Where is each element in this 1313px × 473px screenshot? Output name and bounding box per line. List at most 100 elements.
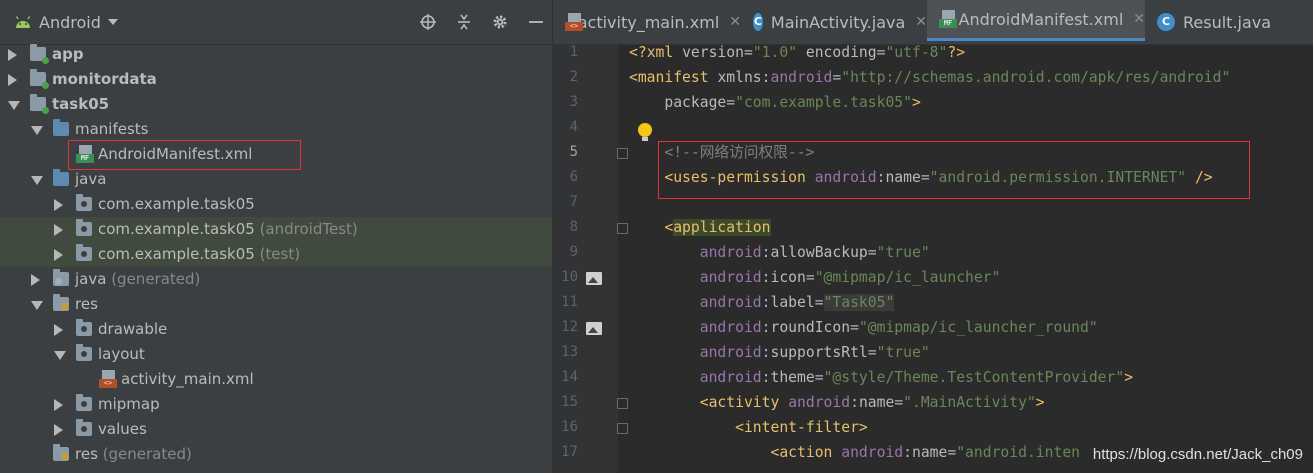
tree-item[interactable]: java (generated) xyxy=(0,267,552,292)
fold-marker-icon[interactable] xyxy=(617,148,628,159)
close-tab-icon[interactable]: ✕ xyxy=(1133,11,1145,27)
code-token: xmlns: xyxy=(717,69,771,86)
tree-item[interactable]: res (generated) xyxy=(0,442,552,467)
code-token: <action xyxy=(770,444,842,461)
tree-item[interactable]: com.example.task05 (androidTest) xyxy=(0,217,552,242)
tree-item[interactable]: res xyxy=(0,292,552,317)
expand-arrow-right-icon[interactable] xyxy=(8,74,17,86)
line-number: 11 xyxy=(561,294,578,310)
tree-item-name: app xyxy=(52,45,84,63)
expand-arrow-right-icon[interactable] xyxy=(54,324,63,336)
tree-item[interactable]: com.example.task05 (test) xyxy=(0,242,552,267)
editor-tab[interactable]: <> activity_main.xml ✕ xyxy=(553,0,741,44)
tree-item[interactable]: app xyxy=(0,42,552,67)
code-token: <manifest xyxy=(629,69,718,86)
tree-item-label: monitordata xyxy=(52,70,157,88)
tree-item[interactable]: drawable xyxy=(0,317,552,342)
editor-tab[interactable]: MF AndroidManifest.xml ✕ xyxy=(927,0,1145,41)
class-icon: C xyxy=(753,13,763,31)
tree-item-label: drawable xyxy=(98,320,167,338)
editor-tab[interactable]: C MainActivity.java ✕ xyxy=(741,0,927,44)
tree-item-name: com.example.task05 xyxy=(98,220,255,238)
tree-item[interactable]: values xyxy=(0,417,552,442)
code-token: android xyxy=(699,319,762,336)
gear-icon[interactable] xyxy=(492,14,508,30)
code-token: version xyxy=(682,44,744,61)
tree-item[interactable]: monitordata xyxy=(0,67,552,92)
code-token: android xyxy=(699,244,762,261)
code-token: = xyxy=(947,444,957,461)
tree-item-name: task05 xyxy=(52,95,110,113)
tree-item[interactable]: layout xyxy=(0,342,552,367)
code-token: roundIcon xyxy=(770,319,851,336)
tree-item[interactable]: manifests xyxy=(0,117,552,142)
expand-arrow-right-icon[interactable] xyxy=(54,399,63,411)
tree-item[interactable]: task05 xyxy=(0,92,552,117)
code-token: ?> xyxy=(947,44,966,61)
expand-arrow-down-icon[interactable] xyxy=(54,351,66,360)
lightbulb-icon[interactable] xyxy=(638,123,652,141)
tree-item-name: values xyxy=(98,420,147,438)
tree-item-label: res (generated) xyxy=(75,445,192,463)
tree-item[interactable]: java xyxy=(0,167,552,192)
code-line: package="com.example.task05"> xyxy=(629,90,920,115)
expand-arrow-down-icon[interactable] xyxy=(31,301,43,310)
fold-marker-icon[interactable] xyxy=(617,398,628,409)
expand-arrow-right-icon[interactable] xyxy=(54,224,63,236)
locate-icon[interactable] xyxy=(420,14,436,30)
tree-item-name: com.example.task05 xyxy=(98,195,255,213)
tree-item-suffix: (generated) xyxy=(106,270,201,288)
module-folder-icon xyxy=(30,94,49,114)
tree-item-label: com.example.task05 (test) xyxy=(98,245,300,263)
image-preview-icon[interactable] xyxy=(586,272,602,285)
manifest-file-icon: MF xyxy=(939,10,957,28)
line-number: 6 xyxy=(569,169,578,185)
expand-arrow-down-icon[interactable] xyxy=(8,101,20,110)
collapse-all-icon[interactable] xyxy=(456,14,472,30)
tree-item-name: java xyxy=(75,270,107,288)
expand-arrow-right-icon[interactable] xyxy=(8,49,17,61)
image-preview-icon[interactable] xyxy=(586,322,602,335)
line-number: 10 xyxy=(561,269,578,285)
editor-tabs: <> activity_main.xml ✕ C MainActivity.java ✕ M… xyxy=(552,0,1313,45)
line-number: 15 xyxy=(561,394,578,410)
expand-arrow-right-icon[interactable] xyxy=(31,274,40,286)
expand-arrow-right-icon[interactable] xyxy=(54,249,63,261)
code-token: "@mipmap/ic_launcher_round" xyxy=(858,319,1098,336)
code-token: ".MainActivity" xyxy=(903,394,1036,411)
fold-marker-icon[interactable] xyxy=(617,423,628,434)
line-number: 8 xyxy=(569,219,578,235)
expand-arrow-right-icon[interactable] xyxy=(54,199,63,211)
editor-tab[interactable]: C Result.java xyxy=(1145,0,1313,44)
hide-panel-icon[interactable] xyxy=(528,14,544,30)
code-token: theme xyxy=(770,369,815,386)
expand-arrow-down-icon[interactable] xyxy=(31,176,43,185)
code-token: android xyxy=(770,69,833,86)
line-number: 2 xyxy=(569,69,578,85)
generated-folder-icon xyxy=(53,269,69,286)
line-number: 13 xyxy=(561,344,578,360)
line-number: 16 xyxy=(561,419,578,435)
expand-arrow-right-icon[interactable] xyxy=(54,424,63,436)
tree-item[interactable]: com.example.task05 xyxy=(0,192,552,217)
code-token: name xyxy=(858,394,895,411)
fold-marker-icon[interactable] xyxy=(617,223,628,234)
code-line: android:theme="@style/Theme.TestContentP… xyxy=(629,365,1133,390)
code-line: android:label="Task05" xyxy=(629,290,895,315)
close-tab-icon[interactable]: ✕ xyxy=(915,14,927,30)
tree-item[interactable]: mipmap xyxy=(0,392,552,417)
code-token: = xyxy=(894,394,904,411)
tree-item[interactable]: <> activity_main.xml xyxy=(0,367,552,392)
package-icon xyxy=(76,244,92,261)
code-token: android xyxy=(699,294,762,311)
package-icon xyxy=(76,344,92,361)
expand-arrow-down-icon[interactable] xyxy=(31,126,43,135)
package-icon xyxy=(76,319,92,336)
code-token: = xyxy=(814,369,824,386)
close-tab-icon[interactable]: ✕ xyxy=(729,14,741,30)
project-view-selector[interactable]: Android xyxy=(14,13,118,32)
